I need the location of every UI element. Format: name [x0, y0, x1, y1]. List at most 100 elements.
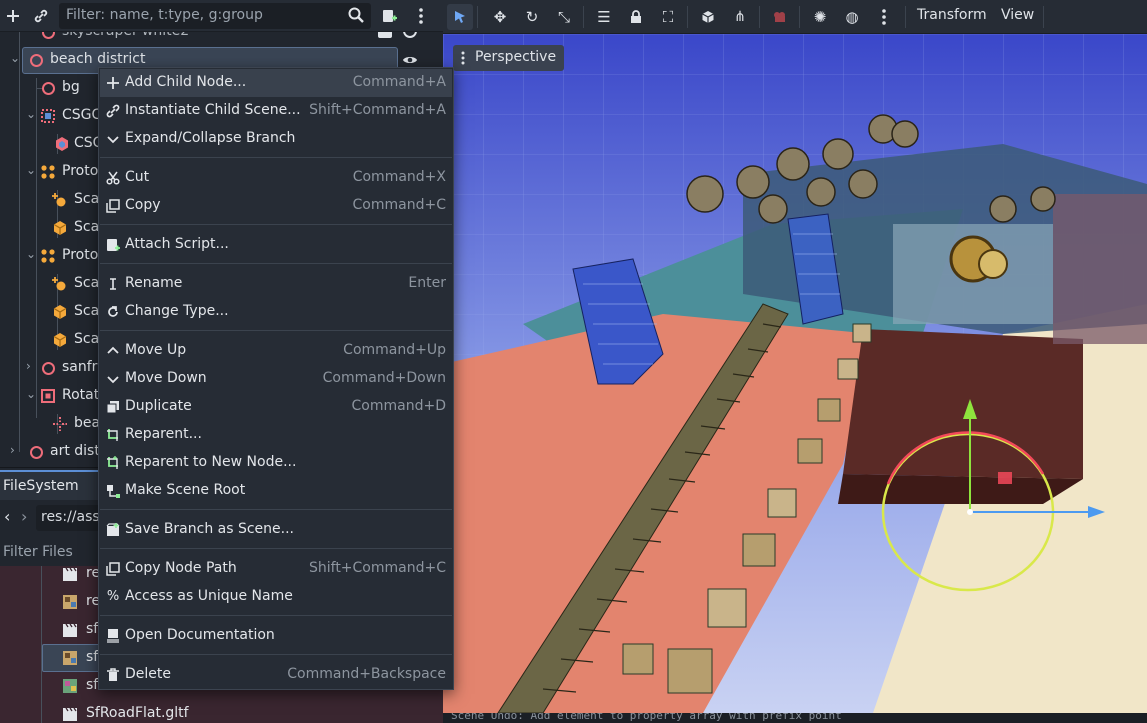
menu-item-label: Move Up [125, 342, 187, 358]
proto-scatter-icon [41, 165, 55, 179]
percent-icon: % [106, 589, 120, 604]
script-icon[interactable] [378, 32, 392, 38]
file-name: sf [86, 649, 99, 665]
menu-item-reparent-to-new-node[interactable]: Reparent to New Node... [100, 449, 452, 477]
menu-item-shortcut: Command+D [351, 398, 446, 414]
csg-mesh-icon [56, 137, 68, 151]
move-down-icon [107, 376, 119, 384]
menu-item-copy-node-path[interactable]: Copy Node Path Shift+Command+C [100, 555, 452, 583]
menu-item-reparent[interactable]: Reparent... [100, 421, 452, 449]
menu-item-shortcut: Command+X [352, 169, 446, 185]
menu-item-label: Attach Script... [125, 236, 229, 252]
menu-item-label: Expand/Collapse Branch [125, 130, 296, 146]
perspective-label: Perspective [475, 49, 557, 65]
city-block [1053, 194, 1147, 344]
menu-item-move-up[interactable]: Move Up Command+Up [100, 337, 452, 365]
cursor-icon [455, 11, 465, 23]
menu-item-expand-collapse-branch[interactable]: Expand/Collapse Branch [100, 125, 452, 153]
eye-icon[interactable] [402, 54, 418, 66]
select-mode-button[interactable] [447, 4, 473, 30]
move-mode-button[interactable]: ✥ [487, 4, 513, 30]
clapperboard-icon [63, 567, 77, 581]
menu-item-change-type[interactable]: Change Type... [100, 298, 452, 326]
environment-toggle-button[interactable]: ◍ [839, 4, 865, 30]
menu-item-cut[interactable]: Cut Command+X [100, 164, 452, 192]
menu-item-shortcut: Command+Up [343, 342, 446, 358]
add-node-button[interactable] [0, 3, 26, 29]
marker-icon [53, 417, 67, 431]
menu-item-shortcut: Enter [408, 275, 446, 291]
chevron-down-icon[interactable]: ⌄ [26, 163, 36, 177]
tab-filesystem[interactable]: FileSystem [0, 470, 98, 500]
menu-item-open-documentation[interactable]: Open Documentation [100, 622, 452, 650]
viewport-more-button[interactable] [871, 4, 897, 30]
script-icon [107, 239, 120, 251]
menu-item-make-scene-root[interactable]: Make Scene Root [100, 477, 452, 505]
menu-item-shortcut: Command+A [352, 74, 446, 90]
local-space-button[interactable] [695, 4, 721, 30]
rotate-mode-button[interactable]: ↻ [519, 4, 545, 30]
cube-icon [702, 11, 714, 23]
group-button[interactable]: ⛶ [655, 4, 681, 30]
viewport-3d: ✥ ↻ ⤡ ☰ ⛶ ⋔ ✺ ◍ Transform View Perspecti… [443, 0, 1147, 723]
menu-separator [100, 157, 452, 158]
menu-item-save-branch-as-scene[interactable]: Save Branch as Scene... [100, 516, 452, 544]
menu-item-move-down[interactable]: Move Down Command+Down [100, 365, 452, 393]
chevron-down-icon[interactable]: ⌄ [26, 387, 36, 401]
menu-transform[interactable]: Transform [917, 7, 987, 23]
chevron-left-icon[interactable]: ‹ [4, 507, 10, 526]
perspective-menu-button[interactable]: Perspective [453, 45, 565, 71]
camera-override-button[interactable] [767, 4, 793, 30]
file-name: sf [86, 677, 99, 693]
rotate-icon: ↻ [525, 8, 539, 26]
menu-item-delete[interactable]: Delete Command+Backspace [100, 661, 452, 689]
scale-mode-button[interactable]: ⤡ [551, 4, 577, 30]
scene-render [443, 34, 1147, 713]
scene-more-button[interactable] [408, 3, 434, 29]
proto-scatter-icon [41, 249, 55, 263]
sun-toggle-button[interactable]: ✺ [807, 4, 833, 30]
node3d-circle-icon [30, 446, 43, 459]
chevron-down-icon [107, 136, 119, 144]
menu-item-add-child-node[interactable]: Add Child Node... Command+A [100, 69, 452, 97]
list-item[interactable]: SfRoadFlat.gltf [0, 700, 443, 723]
camera-icon [774, 12, 785, 22]
menu-item-duplicate[interactable]: Duplicate Command+D [100, 393, 452, 421]
tree-row[interactable]: skyscraper-white2 [0, 32, 443, 46]
menu-separator [100, 330, 452, 331]
chevron-down-icon[interactable]: ⌄ [26, 247, 36, 261]
move-icon: ✥ [493, 8, 507, 26]
chevron-right-icon[interactable]: › [21, 507, 27, 526]
kebab-menu-icon [419, 8, 423, 24]
toolbar-separator [905, 6, 906, 28]
save-branch-icon [106, 523, 120, 536]
chevron-down-icon[interactable]: ⌄ [26, 107, 36, 121]
scene-view[interactable]: Perspective [443, 34, 1147, 713]
menu-item-label: Add Child Node... [125, 74, 247, 90]
instantiate-scene-button[interactable] [28, 3, 54, 29]
visibility-icon[interactable] [403, 32, 417, 38]
copy-icon [106, 199, 120, 213]
scene-filter-input[interactable]: Filter: name, t:type, g:group [59, 3, 371, 29]
toolbar-separator [687, 6, 688, 28]
menu-item-copy[interactable]: Copy Command+C [100, 192, 452, 220]
chevron-right-icon[interactable]: › [26, 359, 31, 373]
menu-view[interactable]: View [1001, 7, 1034, 23]
menu-item-attach-script[interactable]: Attach Script... [100, 231, 452, 259]
menu-item-rename[interactable]: Rename Enter [100, 270, 452, 298]
status-text: Scene Undo: Add element to property arra… [451, 713, 842, 722]
list-select-button[interactable]: ☰ [591, 4, 617, 30]
lock-button[interactable] [623, 4, 649, 30]
chevron-down-icon[interactable]: ⌄ [10, 51, 20, 65]
node3d-circle-icon [30, 54, 43, 67]
trash-icon [107, 668, 119, 681]
menu-item-instantiate-child-scene[interactable]: Instantiate Child Scene... Shift+Command… [100, 97, 452, 125]
snap-button[interactable]: ⋔ [727, 4, 753, 30]
attach-script-button[interactable] [376, 3, 402, 29]
clapperboard-icon [63, 707, 77, 721]
toolbar-separator [799, 6, 800, 28]
script-add-icon [383, 10, 397, 22]
chevron-right-icon[interactable]: › [10, 443, 15, 457]
menu-item-access-as-unique-name[interactable]: % Access as Unique Name [100, 583, 452, 611]
rotator-icon [41, 389, 55, 403]
